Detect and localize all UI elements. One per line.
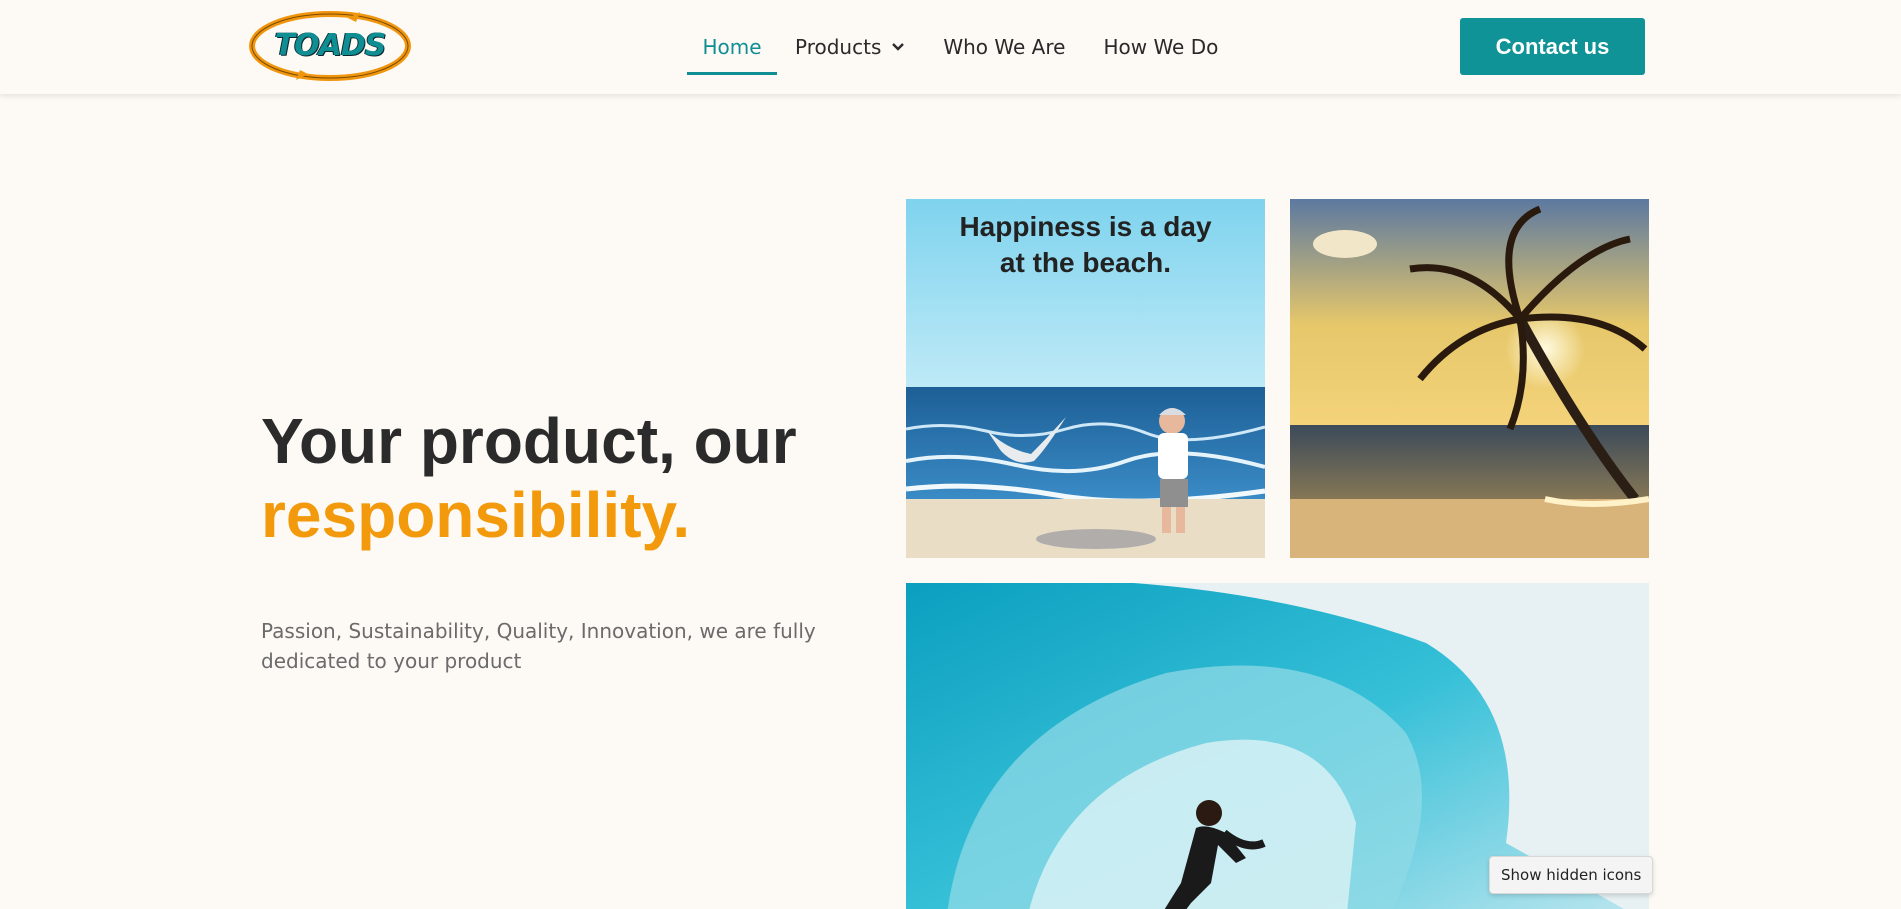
site-header: TOADS Home Products Who We Are How We Do…: [0, 0, 1901, 94]
beach-kid-image: Happiness is a day at the beach.: [906, 199, 1265, 558]
nav-item-products-label: Products: [795, 35, 882, 59]
palm-sunset-image: [1290, 199, 1649, 558]
contact-us-button[interactable]: Contact us: [1460, 18, 1645, 75]
beach-caption-line1: Happiness is a day: [959, 211, 1212, 242]
hero-title: Your product, our responsibility.: [261, 404, 861, 552]
nav-item-home[interactable]: Home: [687, 0, 777, 94]
logo-text: TOADS: [274, 28, 387, 63]
nav-item-who-we-are[interactable]: Who We Are: [943, 0, 1065, 94]
chevron-down-icon: [891, 42, 905, 52]
hero-title-accent: responsibility.: [261, 479, 691, 551]
main-nav: Home Products Who We Are How We Do: [687, 0, 1218, 94]
toads-logo[interactable]: TOADS: [248, 10, 412, 82]
beach-caption-line2: at the beach.: [999, 247, 1172, 278]
beach-caption: Happiness is a day at the beach.: [906, 209, 1265, 281]
hero-description: Passion, Sustainability, Quality, Innova…: [261, 619, 816, 673]
nav-item-how-we-do[interactable]: How We Do: [1103, 0, 1218, 94]
show-hidden-icons-tooltip: Show hidden icons: [1489, 856, 1654, 894]
nav-item-products[interactable]: Products: [795, 0, 905, 94]
hero-title-line1: Your product, our: [261, 405, 797, 477]
